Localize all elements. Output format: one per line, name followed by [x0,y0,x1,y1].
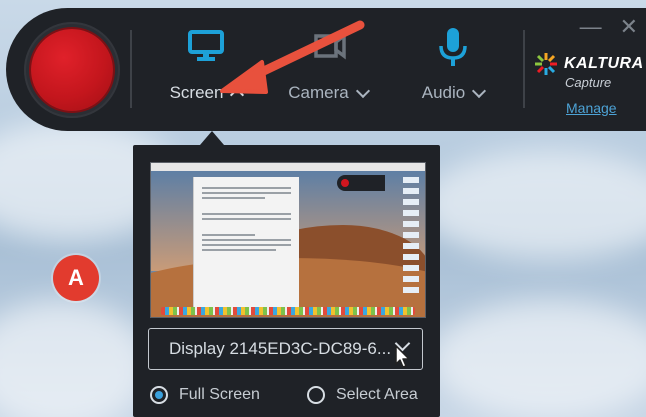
radio-select-area[interactable]: Select Area [307,386,418,404]
minimize-button[interactable]: — [580,14,602,40]
kaltura-logo: KALTURA Capture [534,52,644,90]
preview-dock [161,307,415,315]
capture-toolbar: Screen Camera Audio — ✕ KALTURA Capture … [6,8,646,131]
kaltura-star-icon [535,53,557,75]
tool-audio-label: Audio [421,83,466,102]
tool-screen-label: Screen [169,83,224,102]
window-controls: — ✕ [580,14,638,40]
chevron-up-icon[interactable] [230,87,245,103]
manage-link[interactable]: Manage [566,100,617,116]
tool-camera[interactable]: Camera [278,26,378,103]
microphone-icon [439,28,467,66]
radio-select-area-label: Select Area [336,386,418,403]
screen-preview-thumbnail[interactable] [150,162,426,318]
brand-name: KALTURA [564,55,644,72]
camera-icon [314,32,346,60]
display-select[interactable]: Display 2145ED3C-DC89-6... [148,328,423,370]
preview-menubar [151,163,425,171]
tool-audio[interactable]: Audio [408,26,498,103]
record-control [24,22,120,118]
radio-full-screen-label: Full Screen [179,386,260,403]
record-button[interactable] [31,29,113,111]
divider [523,30,525,108]
display-select-value: Display 2145ED3C-DC89-6... [169,339,392,358]
divider [130,30,132,108]
tool-screen[interactable]: Screen [156,26,256,103]
mouse-cursor-icon [395,345,410,368]
chevron-down-icon[interactable] [472,83,487,98]
radio-button-selected[interactable] [150,386,168,404]
radio-button[interactable] [307,386,325,404]
brand-subtitle: Capture [565,75,612,90]
tool-camera-label: Camera [288,83,349,102]
preview-document [193,177,299,307]
panel-pointer [200,131,224,145]
chevron-down-icon[interactable] [355,83,370,98]
preview-desktop-icons [403,177,419,297]
preview-mini-toolbar [337,175,385,191]
annotation-badge: A [53,255,99,301]
monitor-icon [188,30,224,61]
close-button[interactable]: ✕ [620,14,638,40]
radio-full-screen[interactable]: Full Screen [150,386,260,404]
